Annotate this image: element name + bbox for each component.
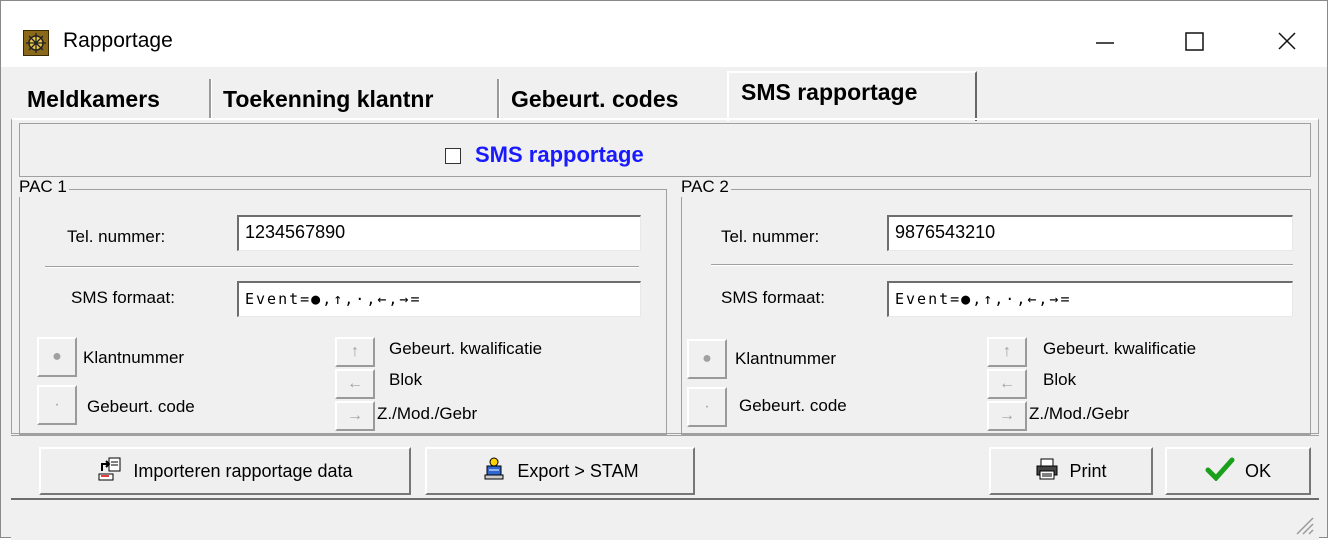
close-icon[interactable] bbox=[1257, 15, 1317, 65]
pac1-gebeurt-code-button[interactable]: · bbox=[37, 385, 77, 425]
pac2-blok-button[interactable]: ← bbox=[987, 369, 1027, 399]
pac2-gebeurt-code-label: Gebeurt. code bbox=[739, 396, 847, 415]
pac1-divider bbox=[45, 266, 639, 268]
arrow-right-icon: → bbox=[347, 407, 363, 424]
status-bar bbox=[11, 498, 1319, 540]
dot-icon: ● bbox=[52, 348, 62, 365]
maximize-icon[interactable] bbox=[1165, 15, 1225, 65]
arrow-right-icon: → bbox=[999, 407, 1015, 424]
pac2-gebeurt-code-button[interactable]: · bbox=[687, 387, 727, 427]
rapportage-window: Rapportage Meldkamers Toekenning klantnr… bbox=[0, 0, 1328, 540]
sms-rapportage-label[interactable]: SMS rapportage bbox=[475, 142, 644, 168]
resize-grip-icon[interactable] bbox=[1291, 512, 1315, 536]
middle-dot-icon: · bbox=[54, 396, 60, 413]
ok-button[interactable]: OK bbox=[1165, 447, 1311, 495]
pac2-blok-label: Blok bbox=[1043, 370, 1077, 389]
pac2-kwalificatie-label: Gebeurt. kwalificatie bbox=[1043, 339, 1197, 358]
pac1-gebeurt-code-label: Gebeurt. code bbox=[87, 397, 195, 416]
tab-sms-rapportage[interactable]: SMS rapportage bbox=[727, 71, 977, 121]
pac1-legend: PAC 1 bbox=[19, 177, 69, 197]
arrow-up-icon: ↑ bbox=[1003, 343, 1011, 360]
tab-toekenning-klantnr[interactable]: Toekenning klantnr bbox=[211, 79, 499, 119]
pac1-zmod-button[interactable]: → bbox=[335, 401, 375, 431]
dot-icon: ● bbox=[702, 350, 712, 367]
arrow-left-icon: ← bbox=[347, 375, 363, 392]
tab-meldkamers[interactable]: Meldkamers bbox=[15, 79, 211, 119]
pac1-sms-label: SMS formaat: bbox=[71, 288, 175, 307]
pac2-kwalificatie-button[interactable]: ↑ bbox=[987, 337, 1027, 367]
pac2-zmod-button[interactable]: → bbox=[987, 401, 1027, 431]
pac1-zmod-label: Z./Mod./Gebr bbox=[377, 404, 478, 423]
export-stam-button[interactable]: Export > STAM bbox=[425, 447, 695, 495]
tab-label: SMS rapportage bbox=[741, 79, 918, 105]
check-icon bbox=[1205, 457, 1235, 486]
pac1-blok-label: Blok bbox=[389, 370, 423, 389]
app-icon bbox=[23, 30, 49, 56]
pac2-legend: PAC 2 bbox=[681, 177, 731, 197]
tab-label: Toekenning klantnr bbox=[223, 86, 434, 112]
pac2-tel-input[interactable]: 9876543210 bbox=[887, 215, 1293, 251]
window-title: Rapportage bbox=[63, 29, 173, 52]
sms-rapportage-checkbox[interactable] bbox=[445, 148, 461, 164]
pac2-sms-input[interactable]: Event=●,↑,·,←,→= bbox=[887, 281, 1293, 317]
arrow-up-icon: ↑ bbox=[351, 343, 359, 360]
pac1-blok-button[interactable]: ← bbox=[335, 369, 375, 399]
import-label: Importeren rapportage data bbox=[133, 460, 353, 481]
arrow-left-icon: ← bbox=[999, 375, 1015, 392]
pac1-klantnummer-button[interactable]: ● bbox=[37, 337, 77, 377]
ok-label: OK bbox=[1244, 460, 1271, 481]
print-button[interactable]: Print bbox=[989, 447, 1153, 495]
pac1-tel-label: Tel. nummer: bbox=[67, 227, 166, 246]
minimize-icon[interactable] bbox=[1075, 15, 1135, 65]
pac2-zmod-label: Z./Mod./Gebr bbox=[1029, 404, 1130, 423]
tab-gebeurt-codes[interactable]: Gebeurt. codes bbox=[499, 79, 729, 119]
pac1-sms-input[interactable]: Event=●,↑,·,←,→= bbox=[237, 281, 641, 317]
pac2-tel-label: Tel. nummer: bbox=[721, 227, 820, 246]
export-label: Export > STAM bbox=[517, 460, 639, 481]
pac2-klantnummer-button[interactable]: ● bbox=[687, 339, 727, 379]
import-icon bbox=[97, 456, 123, 487]
tab-label: Gebeurt. codes bbox=[511, 86, 679, 112]
pac1-klantnummer-label: Klantnummer bbox=[83, 348, 185, 367]
import-rapportage-button[interactable]: Importeren rapportage data bbox=[39, 447, 411, 495]
title-bar: Rapportage bbox=[1, 1, 1327, 67]
middle-dot-icon: · bbox=[704, 398, 710, 415]
export-icon bbox=[481, 456, 507, 487]
pac1-kwalificatie-label: Gebeurt. kwalificatie bbox=[389, 339, 543, 358]
pac2-sms-label: SMS formaat: bbox=[721, 288, 825, 307]
pac1-tel-input[interactable]: 1234567890 bbox=[237, 215, 641, 251]
print-label: Print bbox=[1069, 460, 1107, 481]
tab-label: Meldkamers bbox=[27, 86, 160, 112]
pac1-kwalificatie-button[interactable]: ↑ bbox=[335, 337, 375, 367]
pac2-klantnummer-label: Klantnummer bbox=[735, 349, 837, 368]
printer-icon bbox=[1035, 458, 1059, 485]
pac2-divider bbox=[711, 264, 1293, 266]
sms-rapportage-box bbox=[19, 123, 1311, 177]
